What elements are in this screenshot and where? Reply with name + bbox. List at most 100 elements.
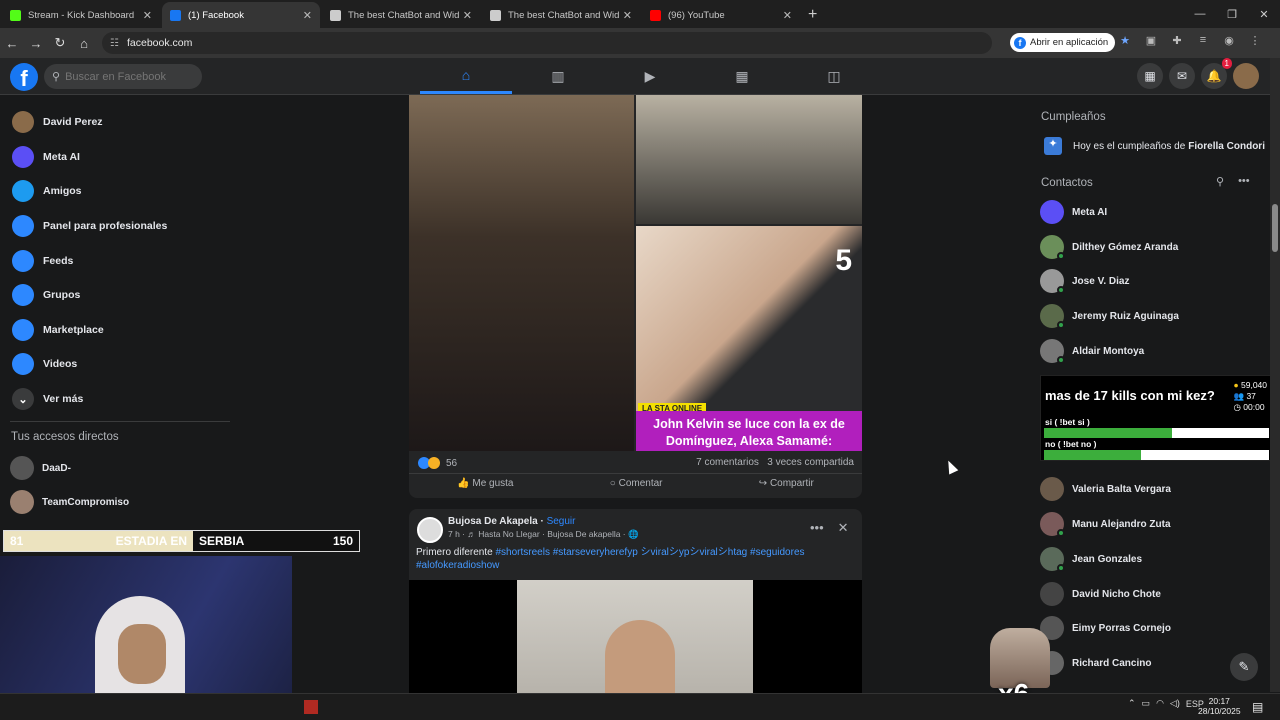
profile-icon[interactable]: ◉	[1220, 34, 1238, 47]
close-icon[interactable]: ✕	[1248, 8, 1280, 21]
search-box[interactable]: ⚲	[44, 64, 202, 89]
post-video[interactable]	[409, 580, 862, 693]
more-options-icon[interactable]: •••	[810, 520, 824, 536]
post-controls: ••• ✕	[810, 520, 849, 536]
close-tab-icon[interactable]: ✕	[463, 9, 472, 22]
contact-item[interactable]: Jean Gonzales	[1040, 542, 1142, 577]
new-tab-icon[interactable]: +	[808, 6, 817, 24]
open-in-app-button[interactable]: f Abrir en aplicación	[1010, 33, 1116, 52]
contact-item[interactable]: Valeria Balta Vergara	[1040, 472, 1171, 507]
share-button[interactable]: ↪ Compartir	[759, 478, 814, 493]
close-post-icon[interactable]: ✕	[838, 520, 849, 536]
author-name[interactable]: Bujosa De Akapela	[448, 516, 538, 527]
translate-icon[interactable]: ▣	[1142, 34, 1160, 47]
friends-icon	[12, 180, 34, 203]
birthday-item[interactable]: ✦ Hoy es el cumpleaños de Fiorella Condo…	[1044, 137, 1265, 155]
bookmark-star-icon[interactable]: ★	[1116, 34, 1134, 47]
new-message-icon[interactable]: ✎	[1230, 653, 1258, 681]
notification-center-icon[interactable]: ▤	[1252, 700, 1263, 714]
chevron-up-icon[interactable]: ⌃	[1128, 698, 1136, 709]
comment-button[interactable]: ○ Comentar	[610, 478, 663, 493]
birthdays-heading: Cumpleaños	[1041, 111, 1106, 123]
contact-item[interactable]: Dilthey Gómez Aranda	[1040, 230, 1178, 265]
contact-item[interactable]: Meta AI	[1040, 195, 1107, 230]
volume-icon[interactable]: ◁)	[1170, 698, 1180, 709]
menu-grid-icon[interactable]: ▦	[1137, 63, 1163, 89]
nav-home-icon[interactable]: ⌂	[420, 58, 512, 94]
poll-question: mas de 17 kills con mi kez?	[1045, 388, 1215, 403]
hashtags[interactable]: #shortsreels #starseveryherefyp シviralシy…	[495, 547, 804, 558]
hashtags[interactable]: #alofokeradioshow	[416, 560, 499, 571]
viewers-icon: 👥	[1233, 391, 1245, 401]
poll-option-label: no ( !bet no )	[1045, 439, 1097, 449]
sidebar-item[interactable]: Amigos	[0, 174, 235, 209]
media-control-icon[interactable]: ≡	[1194, 34, 1212, 47]
contact-item[interactable]: David Nicho Chote	[1040, 577, 1161, 612]
contacts-options-icon[interactable]: •••	[1238, 175, 1250, 188]
sidebar-item[interactable]: ⌄ Ver más	[0, 382, 235, 417]
browser-tab[interactable]: Stream - Kick Dashboard ✕	[2, 2, 160, 28]
shares-count[interactable]: 3 veces compartida	[767, 457, 854, 468]
post-image[interactable]: 5 LA STA ONLINE John Kelvin se luce con …	[636, 226, 862, 451]
online-indicator	[1057, 529, 1065, 538]
sidebar-item[interactable]: Feeds	[0, 243, 235, 278]
forward-icon[interactable]: →	[24, 36, 48, 51]
messenger-icon[interactable]: ✉	[1169, 63, 1195, 89]
minimize-icon[interactable]: —	[1184, 8, 1216, 20]
sidebar-item[interactable]: Videos	[0, 347, 235, 382]
contact-item[interactable]: Richard Cancino	[1040, 646, 1151, 681]
sidebar-item[interactable]: David Perez	[0, 105, 235, 140]
back-icon[interactable]: ←	[0, 36, 24, 51]
notifications-icon[interactable]: 🔔 1	[1201, 58, 1232, 89]
site-info-icon[interactable]: ☷	[110, 38, 119, 49]
shortcut-item[interactable]: DaaD-	[10, 456, 71, 480]
menu-icon[interactable]: ⋮	[1246, 34, 1264, 47]
close-tab-icon[interactable]: ✕	[303, 9, 312, 22]
contact-item[interactable]: Jeremy Ruiz Aguinaga	[1040, 299, 1179, 334]
sidebar-item[interactable]: Meta AI	[0, 140, 235, 175]
taskbar-app-icon[interactable]	[304, 700, 318, 714]
contact-item[interactable]: Eimy Porras Cornejo	[1040, 611, 1171, 646]
close-tab-icon[interactable]: ✕	[783, 9, 792, 22]
sidebar-item[interactable]: Panel para profesionales	[0, 209, 235, 244]
contact-item[interactable]: Manu Alejandro Zuta	[1040, 507, 1171, 542]
browser-tab[interactable]: (96) YouTube ✕	[642, 2, 800, 28]
shortcut-item[interactable]: TeamCompromiso	[10, 490, 129, 514]
close-tab-icon[interactable]: ✕	[143, 9, 152, 22]
browser-tab[interactable]: The best ChatBot and Widgets✕	[482, 2, 640, 28]
account-avatar[interactable]	[1233, 63, 1259, 89]
search-contacts-icon[interactable]: ⚲	[1216, 175, 1224, 188]
extensions-icon[interactable]: ✚	[1168, 34, 1186, 47]
post-image[interactable]	[409, 95, 634, 451]
sidebar-item[interactable]: Grupos	[0, 278, 235, 313]
url-field[interactable]: ☷ facebook.com	[102, 32, 992, 54]
avatar	[12, 111, 34, 134]
contact-avatar	[1040, 269, 1065, 295]
window-controls: — ❐ ✕	[1184, 0, 1280, 28]
comments-count[interactable]: 7 comentarios	[696, 457, 759, 468]
contact-item[interactable]: Jose V. Diaz	[1040, 264, 1129, 299]
follow-link[interactable]: Seguir	[547, 516, 576, 527]
page-scrollbar[interactable]	[1270, 58, 1280, 692]
network-icon[interactable]: ▭	[1142, 698, 1151, 709]
reload-icon[interactable]: ↻	[48, 35, 72, 51]
sidebar-item[interactable]: Marketplace	[0, 313, 235, 348]
wifi-icon[interactable]: ◠	[1156, 698, 1164, 709]
maximize-icon[interactable]: ❐	[1216, 8, 1248, 21]
home-icon[interactable]: ⌂	[72, 36, 96, 51]
close-tab-icon[interactable]: ✕	[623, 9, 632, 22]
post-author-avatar[interactable]	[417, 517, 443, 543]
nav-marketplace-icon[interactable]: ▦	[696, 58, 788, 94]
nav-dashboard-icon[interactable]: ▥	[512, 58, 604, 94]
browser-tab[interactable]: The best ChatBot and Widgets✕	[322, 2, 480, 28]
browser-tab[interactable]: (1) Facebook ✕	[162, 2, 320, 28]
like-button[interactable]: 👍 Me gusta	[457, 478, 513, 493]
nav-gaming-icon[interactable]: ◫	[788, 58, 880, 94]
nav-video-icon[interactable]: ▶	[604, 58, 696, 94]
contact-item[interactable]: Aldair Montoya	[1040, 334, 1144, 369]
post-image[interactable]	[636, 95, 862, 224]
system-clock[interactable]: 20:17 28/10/2025	[1198, 696, 1241, 716]
facebook-logo[interactable]: f	[10, 63, 38, 91]
search-input[interactable]	[65, 70, 196, 83]
reactions[interactable]: 56	[418, 457, 457, 469]
